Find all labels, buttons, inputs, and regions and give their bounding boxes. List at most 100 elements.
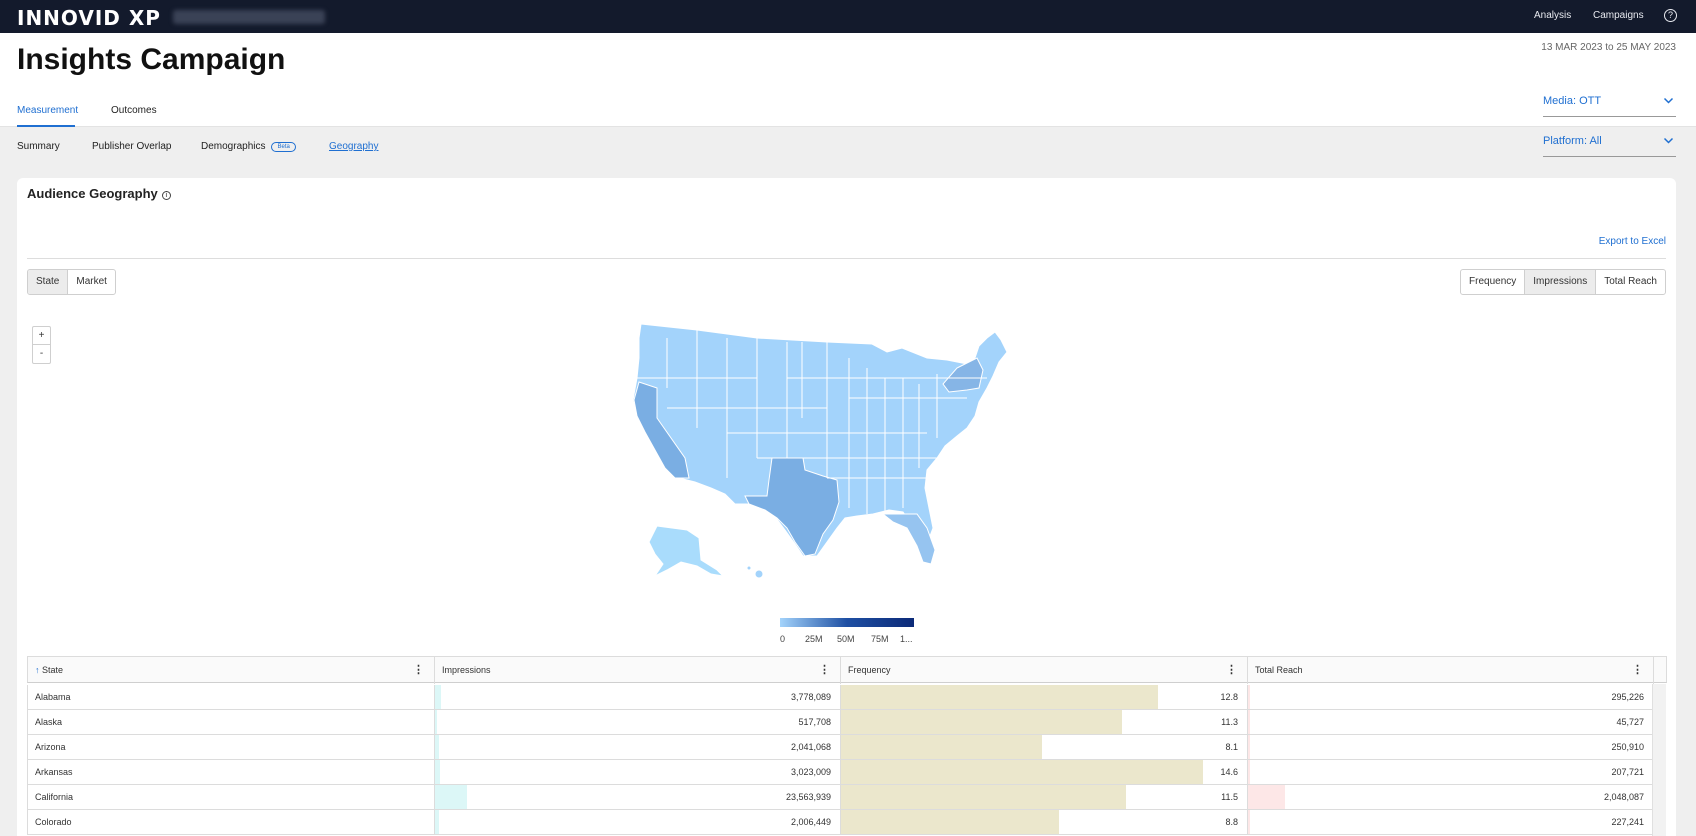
cell-impressions-bar	[435, 685, 442, 709]
cell-total-reach: 295,226	[1248, 685, 1654, 710]
column-header-impressions-label: Impressions	[442, 665, 491, 675]
card-title: Audience Geography i	[27, 186, 171, 201]
cell-total-reach-bar	[1248, 785, 1285, 809]
cell-impressions: 3,023,009	[435, 760, 841, 785]
cell-frequency-bar	[841, 810, 1059, 834]
subtab-demographics[interactable]: Demographics Beta	[201, 141, 296, 152]
cell-impressions: 2,006,449	[435, 810, 841, 835]
platform-select[interactable]: Platform: All	[1543, 135, 1676, 157]
cell-impressions-value: 2,041,068	[790, 742, 831, 752]
column-menu-icon[interactable]: ⋮	[413, 657, 424, 684]
export-to-excel-link[interactable]: Export to Excel	[1599, 236, 1666, 247]
cell-total-reach-value: 295,226	[1611, 692, 1644, 702]
cell-frequency: 14.6	[841, 760, 1248, 785]
cell-impressions: 3,778,089	[435, 685, 841, 710]
blurred-account-name	[173, 10, 325, 24]
card-divider	[27, 258, 1666, 259]
map-region-hawaii	[754, 569, 764, 579]
table-row[interactable]: Alaska 517,708 11.3 45,727	[27, 710, 1654, 735]
column-header-frequency-label: Frequency	[848, 665, 891, 675]
cell-total-reach: 45,727	[1248, 710, 1654, 735]
cell-total-reach: 250,910	[1248, 735, 1654, 760]
metric-toggle: Frequency Impressions Total Reach	[1460, 269, 1666, 295]
legend-tick: 1...	[900, 634, 913, 644]
table-row[interactable]: Alabama 3,778,089 12.8 295,226	[27, 685, 1654, 710]
tab-outcomes[interactable]: Outcomes	[111, 105, 157, 116]
cell-frequency-bar	[841, 760, 1204, 784]
subtab-publisher-overlap[interactable]: Publisher Overlap	[92, 141, 171, 152]
column-header-total-reach[interactable]: Total Reach ⋮	[1248, 657, 1654, 684]
cell-frequency: 8.1	[841, 735, 1248, 760]
toggle-impressions[interactable]: Impressions	[1525, 270, 1597, 294]
subtab-summary[interactable]: Summary	[17, 141, 60, 152]
cell-frequency-bar	[841, 685, 1159, 709]
table-row[interactable]: Colorado 2,006,449 8.8 227,241	[27, 810, 1654, 835]
column-menu-icon[interactable]: ⋮	[1632, 657, 1643, 684]
cell-frequency: 11.3	[841, 710, 1248, 735]
tab-measurement[interactable]: Measurement	[17, 105, 78, 116]
cell-frequency: 8.8	[841, 810, 1248, 835]
subtab-demographics-label: Demographics	[201, 141, 266, 152]
cell-impressions-value: 517,708	[798, 717, 831, 727]
cell-impressions: 517,708	[435, 710, 841, 735]
cell-total-reach-bar	[1248, 685, 1250, 709]
map-legend-scale	[780, 618, 914, 627]
column-header-frequency[interactable]: Frequency ⋮	[841, 657, 1248, 684]
zoom-out-button[interactable]: -	[33, 345, 50, 363]
cell-impressions-value: 2,006,449	[790, 817, 831, 827]
cell-frequency-bar	[841, 735, 1043, 759]
legend-tick: 25M	[805, 634, 823, 644]
info-icon[interactable]: i	[161, 191, 171, 200]
cell-impressions-value: 23,563,939	[785, 792, 831, 802]
toggle-state[interactable]: State	[28, 270, 69, 294]
toggle-frequency[interactable]: Frequency	[1461, 270, 1526, 294]
cell-total-reach-bar	[1248, 810, 1250, 834]
us-choropleth-map[interactable]	[627, 318, 1077, 598]
cell-impressions-value: 3,778,089	[790, 692, 831, 702]
cell-total-reach: 207,721	[1248, 760, 1654, 785]
help-icon[interactable]: ?	[1664, 9, 1677, 22]
cell-frequency-value: 8.8	[1225, 817, 1238, 827]
cell-state: Arkansas	[28, 760, 435, 785]
subtab-geography[interactable]: Geography	[329, 141, 378, 152]
column-header-state[interactable]: ↑ State ⋮	[28, 657, 435, 684]
cell-total-reach-bar	[1248, 710, 1250, 734]
zoom-in-button[interactable]: +	[33, 327, 50, 345]
table-row[interactable]: California 23,563,939 11.5 2,048,087	[27, 785, 1654, 810]
page-title: Insights Campaign	[17, 43, 286, 76]
cell-impressions-bar	[435, 760, 441, 784]
toggle-total-reach[interactable]: Total Reach	[1596, 270, 1665, 294]
cell-frequency-value: 11.5	[1221, 792, 1238, 802]
nav-campaigns[interactable]: Campaigns	[1593, 10, 1644, 21]
innovid-logo[interactable]: INNOVID XP	[17, 6, 161, 30]
column-header-impressions[interactable]: Impressions ⋮	[435, 657, 841, 684]
chevron-down-icon	[1663, 135, 1674, 149]
nav-analysis[interactable]: Analysis	[1534, 10, 1571, 21]
cell-state: Alaska	[28, 710, 435, 735]
map-region-alaska	[648, 525, 725, 578]
state-name: Colorado	[35, 817, 72, 827]
cell-total-reach: 227,241	[1248, 810, 1654, 835]
top-bar: INNOVID XP Analysis Campaigns ?	[0, 0, 1696, 33]
cell-impressions: 23,563,939	[435, 785, 841, 810]
state-name: Alabama	[35, 692, 71, 702]
column-menu-icon[interactable]: ⋮	[819, 657, 830, 684]
beta-badge: Beta	[271, 142, 296, 152]
cell-total-reach: 2,048,087	[1248, 785, 1654, 810]
cell-impressions-bar	[435, 710, 437, 734]
legend-tick: 75M	[871, 634, 889, 644]
table-row[interactable]: Arizona 2,041,068 8.1 250,910	[27, 735, 1654, 760]
media-select-value: Media: OTT	[1543, 95, 1602, 107]
column-header-state-label: State	[42, 665, 64, 675]
cell-impressions: 2,041,068	[435, 735, 841, 760]
cell-impressions-bar	[435, 810, 439, 834]
column-menu-icon[interactable]: ⋮	[1226, 657, 1237, 684]
cell-frequency-value: 12.8	[1220, 692, 1238, 702]
cell-impressions-bar	[435, 785, 467, 809]
table-scrollbar[interactable]	[1652, 684, 1666, 836]
toggle-market[interactable]: Market	[68, 270, 115, 294]
table-row[interactable]: Arkansas 3,023,009 14.6 207,721	[27, 760, 1654, 785]
cell-frequency-value: 8.1	[1225, 742, 1238, 752]
cell-state: California	[28, 785, 435, 810]
media-select[interactable]: Media: OTT	[1543, 95, 1676, 117]
